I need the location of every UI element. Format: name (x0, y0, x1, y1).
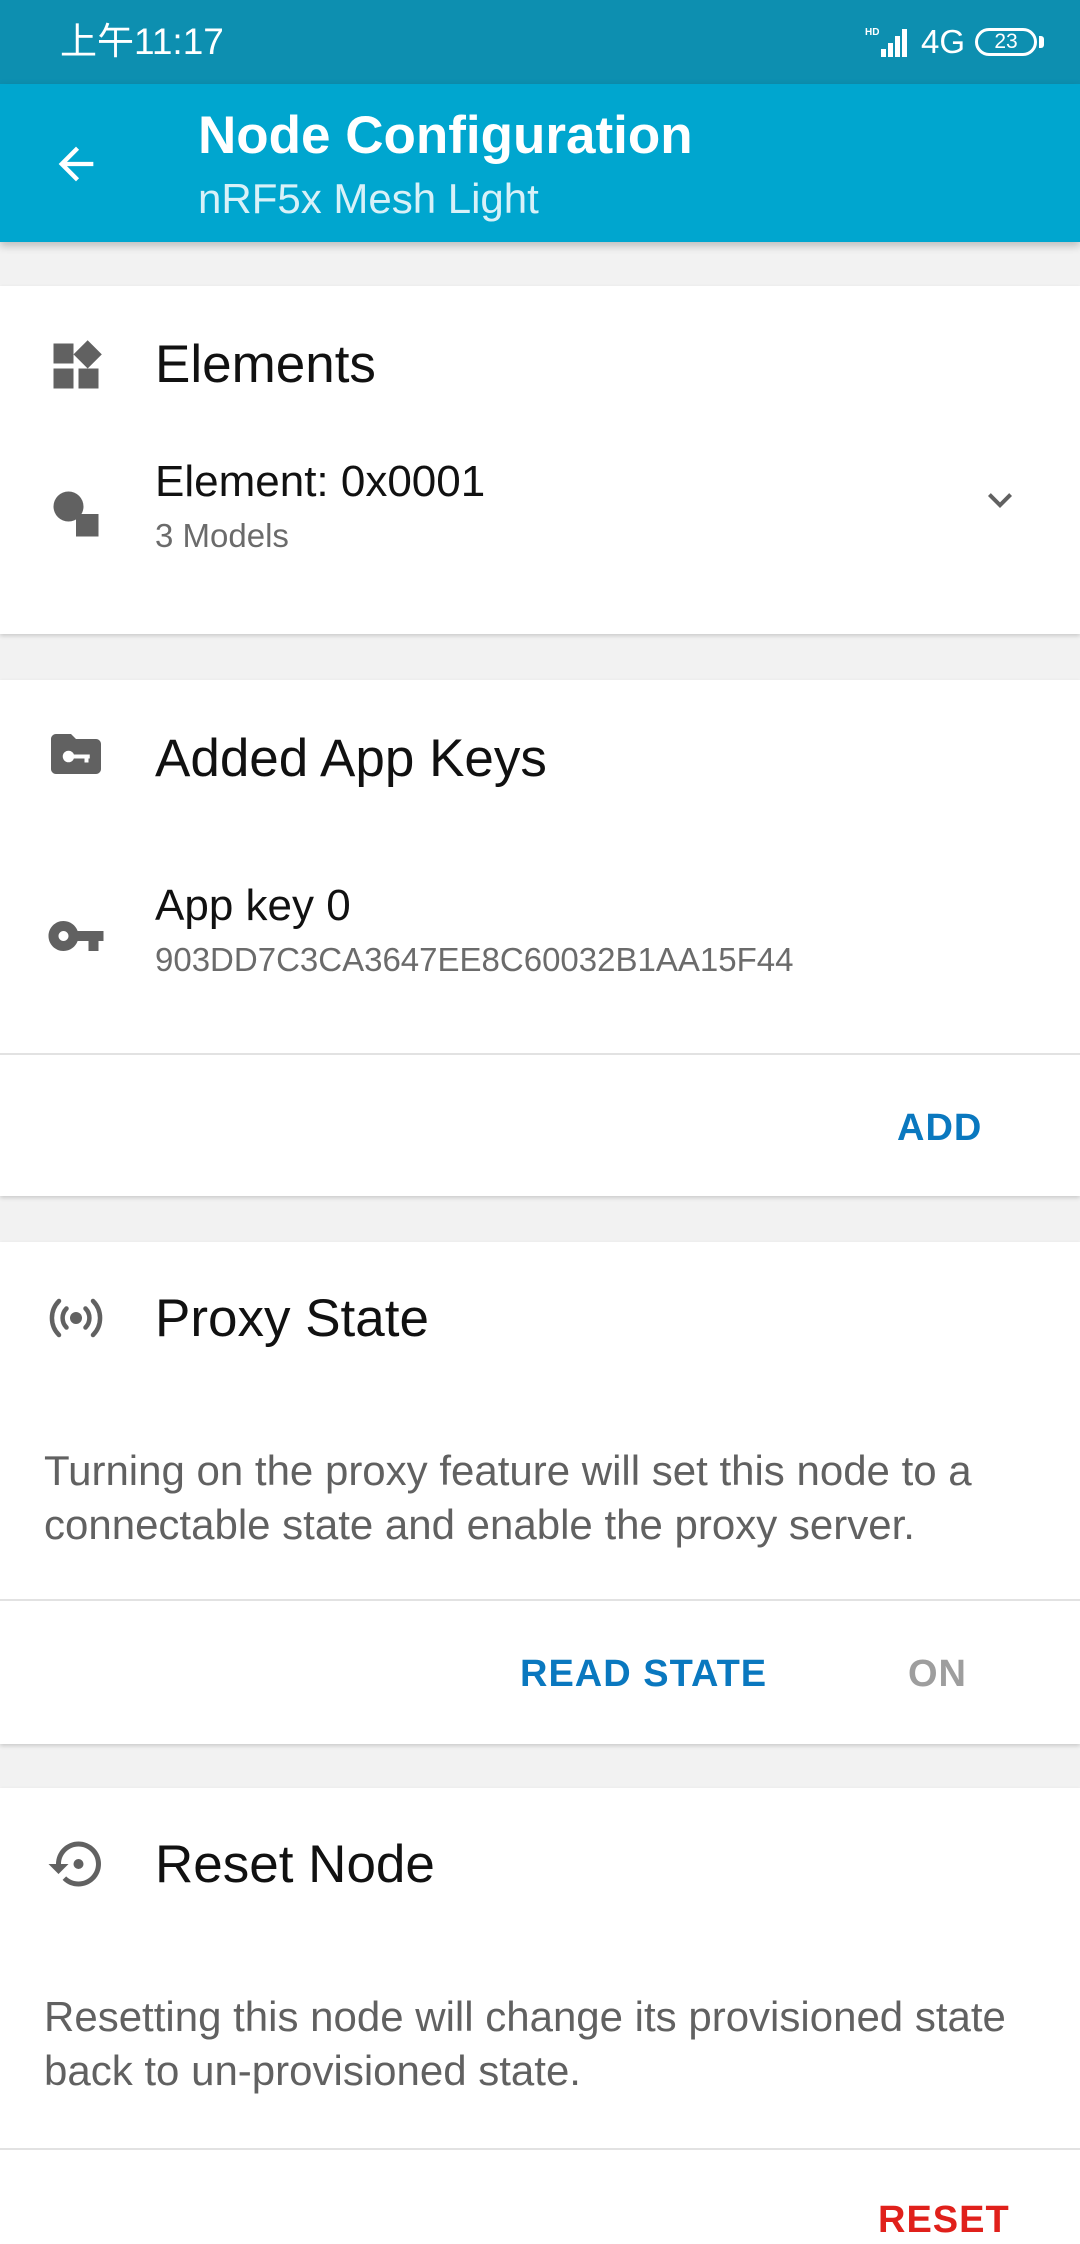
proxy-toggle-button[interactable]: ON (908, 1650, 967, 1698)
read-state-button[interactable]: READ STATE (520, 1650, 767, 1698)
divider (0, 2148, 1080, 2150)
element-item[interactable]: Element: 0x0001 3 Models (0, 456, 1080, 606)
element-subtitle: 3 Models (155, 517, 289, 554)
broadcast-icon (46, 1288, 106, 1348)
reset-button[interactable]: RESET (878, 2196, 1010, 2244)
arrow-back-icon (58, 146, 94, 182)
widgets-icon (46, 336, 106, 396)
app-key-value: 903DD7C3CA3647EE8C60032B1AA15F44 (155, 941, 794, 978)
key-icon (46, 906, 106, 966)
status-time: 上午11:17 (60, 21, 224, 62)
status-bar: 上午11:17 HD 4G 23 (0, 0, 1080, 84)
svg-text:HD: HD (865, 27, 879, 38)
page-subtitle: nRF5x Mesh Light (198, 175, 539, 222)
divider (0, 1599, 1080, 1601)
app-keys-card: Added App Keys App key 0 903DD7C3CA3647E… (0, 680, 1080, 1196)
status-indicators: HD 4G 23 (865, 22, 1044, 62)
element-title: Element: 0x0001 (155, 457, 486, 506)
elements-title: Elements (155, 335, 376, 394)
elements-card: Elements Element: 0x0001 3 Models (0, 286, 1080, 634)
divider (0, 1053, 1080, 1055)
network-type: 4G (920, 23, 965, 60)
battery-level: 23 (994, 30, 1018, 53)
battery-icon: 23 (975, 28, 1037, 56)
restore-icon (46, 1834, 106, 1894)
proxy-state-card: Proxy State Turning on the proxy feature… (0, 1242, 1080, 1744)
reset-node-card: Reset Node Resetting this node will chan… (0, 1788, 1080, 2244)
signal-icon: HD (865, 27, 907, 57)
app-bar: Node Configuration nRF5x Mesh Light (0, 84, 1080, 242)
proxy-description: Turning on the proxy feature will set th… (44, 1447, 972, 1548)
element-shapes-icon (46, 484, 106, 544)
app-key-item[interactable]: App key 0 903DD7C3CA3647EE8C60032B1AA15F… (0, 880, 1080, 1000)
battery-tip (1039, 36, 1044, 48)
reset-node-title: Reset Node (155, 1835, 435, 1894)
app-keys-title: Added App Keys (155, 729, 547, 788)
reset-description: Resetting this node will change its prov… (44, 1993, 1006, 2094)
page-title: Node Configuration (198, 106, 693, 165)
folder-key-icon (46, 724, 106, 784)
back-button[interactable] (40, 128, 112, 200)
chevron-down-icon[interactable] (976, 476, 1024, 524)
app-key-name: App key 0 (155, 881, 351, 930)
proxy-state-title: Proxy State (155, 1289, 429, 1348)
add-app-key-button[interactable]: ADD (897, 1104, 982, 1152)
